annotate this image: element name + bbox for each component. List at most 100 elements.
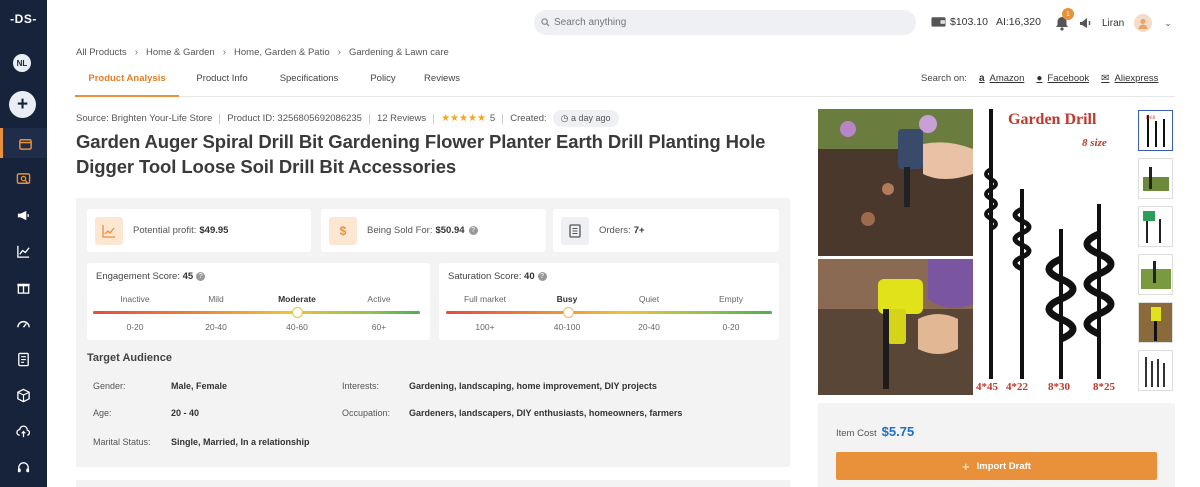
thumbnail-4[interactable] [1138, 254, 1173, 295]
info-icon[interactable]: ? [196, 271, 206, 281]
sidebar-item-analytics[interactable] [0, 236, 47, 266]
workspace-avatar[interactable]: NL [13, 54, 31, 72]
sold-for-card: $ Being Sold For: $50.94 ? [321, 209, 546, 252]
size-label: 4*45 [976, 381, 999, 393]
user-menu[interactable]: Liran ⌄ [1079, 14, 1172, 32]
plus-icon: + [962, 458, 970, 474]
tab-specifications[interactable]: Specifications [269, 66, 349, 97]
engagement-range: 0-20 [126, 322, 144, 332]
chevron-down-icon[interactable]: ⌄ [1164, 18, 1172, 29]
sold-label: Being Sold For: [367, 225, 433, 236]
thumbnail-3[interactable] [1138, 206, 1173, 247]
breadcrumb-item[interactable]: Home & Garden [146, 47, 215, 58]
amazon-link-label: Amazon [989, 73, 1025, 84]
saturation-level: Busy [556, 294, 578, 304]
facebook-link[interactable]: ● Facebook [1036, 73, 1089, 84]
tab-product-analysis[interactable]: Product Analysis [75, 66, 179, 97]
app-logo[interactable]: -DS- [0, 12, 47, 26]
divider [219, 113, 221, 124]
engagement-range: 40-60 [286, 322, 308, 332]
engagement-label: Engagement Score: [96, 271, 180, 282]
chevron-right-icon: › [222, 47, 227, 58]
target-audience-title: Target Audience [87, 352, 172, 364]
analysis-panel: Potential profit: $49.95 $ Being Sold Fo… [76, 198, 790, 467]
size-label: 8*30 [1048, 381, 1071, 393]
global-search[interactable] [534, 10, 916, 35]
package-icon [17, 388, 30, 402]
info-icon[interactable]: ? [468, 226, 478, 235]
search-input[interactable] [554, 17, 894, 28]
rating-value: 5 [489, 113, 496, 124]
sidebar-item-inventory[interactable] [0, 380, 47, 410]
orders-label: Orders: [599, 225, 631, 236]
saturation-range: 100+ [475, 322, 495, 332]
product-id: Product ID: 3256805692086235 [227, 113, 362, 124]
sidebar-item-upload[interactable] [0, 416, 47, 446]
item-cost: Item Cost $5.75 [836, 424, 914, 439]
analytics-icon [17, 245, 30, 258]
thumbnail-2[interactable] [1138, 158, 1173, 199]
thumbnail-6[interactable] [1138, 350, 1173, 391]
sidebar-item-gifts[interactable] [0, 272, 47, 302]
created-label: Created: [510, 113, 547, 124]
sidebar-item-orders[interactable] [0, 344, 47, 374]
engagement-score-card: Engagement Score: 45? Inactive Mild Mode… [87, 263, 430, 340]
sold-value: $50.94 [435, 225, 465, 236]
divider [368, 113, 370, 124]
age-value: 20 - 40 [171, 408, 200, 418]
gift-icon [17, 283, 30, 294]
next-section-panel [76, 480, 790, 487]
import-draft-button[interactable]: + Import Draft [836, 452, 1157, 480]
breadcrumb-item[interactable]: Home, Garden & Patio [234, 47, 330, 58]
thumbnail-5[interactable] [1138, 302, 1173, 343]
potential-profit-card: Potential profit: $49.95 [87, 209, 311, 252]
sidebar-item-product-research[interactable] [0, 164, 47, 194]
amazon-icon: a [978, 73, 985, 84]
divider [433, 113, 435, 124]
sidebar-item-marketing[interactable] [0, 200, 47, 230]
thumbnail-1[interactable]: Drill [1138, 110, 1173, 151]
saturation-value: 40 [524, 271, 535, 282]
engagement-level: Mild [208, 294, 224, 304]
engagement-level: Moderate [278, 294, 316, 304]
saturation-level: Quiet [638, 294, 660, 304]
saturation-label: Saturation Score: [448, 271, 522, 282]
megaphone-icon [17, 210, 29, 220]
cloud-upload-icon [16, 424, 31, 437]
product-photo-sizes[interactable]: Garden Drill 8 size 4*45 4*22 8*30 8*25 [976, 109, 1133, 395]
engagement-value: 45 [182, 271, 194, 282]
breadcrumb-item[interactable]: All Products [76, 47, 127, 58]
wallet-balance[interactable]: $103.10 AI:16,320 [931, 15, 1041, 28]
dollar-icon: $ [329, 216, 357, 245]
saturation-level: Empty [718, 294, 744, 304]
sidebar-item-performance[interactable] [0, 308, 47, 338]
product-photo-power-drill[interactable] [818, 259, 973, 395]
breadcrumb-item[interactable]: Gardening & Lawn care [349, 47, 449, 58]
tab-policy[interactable]: Policy [361, 66, 405, 97]
tab-reviews[interactable]: Reviews [417, 66, 467, 97]
size-label: 8*25 [1093, 381, 1116, 393]
svg-text:Drill: Drill [1146, 116, 1156, 121]
engagement-range: 20-40 [205, 322, 227, 332]
review-count[interactable]: 12 Reviews [377, 113, 426, 124]
profit-value: $49.95 [199, 225, 229, 236]
banner-subtitle: 8 size [1082, 137, 1107, 149]
aliexpress-link[interactable]: ✉ Aliexpress [1101, 73, 1158, 84]
sidebar: -DS- NL + [0, 0, 47, 487]
receipt-icon [18, 352, 29, 366]
sidebar-item-store[interactable] [0, 128, 47, 158]
chevron-right-icon: › [337, 47, 341, 58]
product-source: Source: Brighten Your-Life Store [76, 113, 213, 124]
amazon-link[interactable]: a Amazon [979, 73, 1024, 84]
tab-product-info[interactable]: Product Info [185, 66, 259, 97]
product-title: Garden Auger Spiral Drill Bit Gardening … [76, 131, 766, 177]
occupation-value: Gardeners, landscapers, DIY enthusiasts,… [409, 408, 683, 418]
chevron-right-icon: › [134, 47, 139, 58]
announcement-icon[interactable] [1079, 16, 1093, 30]
add-button[interactable]: + [9, 91, 36, 118]
sidebar-item-support[interactable] [0, 452, 47, 482]
info-icon[interactable]: ? [537, 271, 547, 281]
mail-icon: ✉ [1101, 73, 1110, 84]
engagement-range: 60+ [371, 322, 387, 332]
product-photo-hand-drill[interactable] [818, 109, 973, 256]
